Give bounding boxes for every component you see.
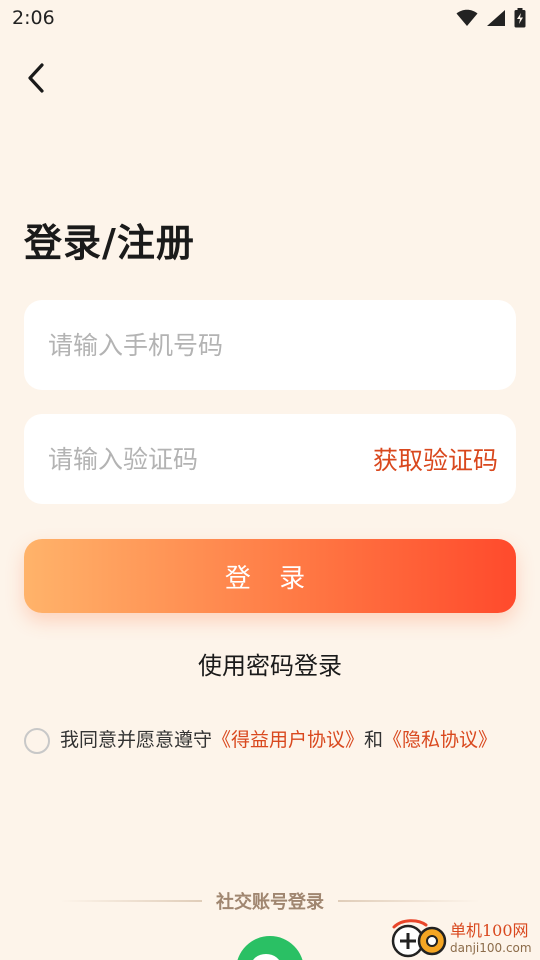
social-login-divider: 社交账号登录 xyxy=(60,888,480,914)
divider-line-left xyxy=(60,900,202,902)
password-login-link[interactable]: 使用密码登录 xyxy=(0,646,540,681)
agreement-row: 我同意并愿意遵守《得益用户协议》和《隐私协议》 xyxy=(24,726,504,754)
divider-line-right xyxy=(338,900,480,902)
status-icons xyxy=(456,8,526,28)
social-login-label: 社交账号登录 xyxy=(216,892,324,913)
agreement-and: 和 xyxy=(364,729,384,751)
watermark: 单机100网 danji100.com xyxy=(390,915,538,960)
watermark-cn: 单机100网 xyxy=(450,920,529,940)
wifi-icon xyxy=(456,9,478,26)
signal-icon xyxy=(487,10,505,26)
privacy-policy-link[interactable]: 《隐私协议》 xyxy=(383,729,497,751)
status-time: 2:06 xyxy=(12,7,55,29)
watermark-logo-icon xyxy=(391,918,447,957)
chevron-left-icon xyxy=(28,63,44,93)
get-code-button[interactable]: 获取验证码 xyxy=(373,441,498,477)
back-button[interactable] xyxy=(18,58,54,98)
user-agreement-link[interactable]: 《得益用户协议》 xyxy=(212,729,364,751)
page-title: 登录/注册 xyxy=(24,221,195,265)
agreement-text: 我同意并愿意遵守《得益用户协议》和《隐私协议》 xyxy=(60,726,497,754)
battery-icon xyxy=(514,8,526,28)
wechat-icon xyxy=(253,954,279,960)
login-button[interactable]: 登 录 xyxy=(24,539,516,613)
wechat-login-button[interactable] xyxy=(236,936,304,960)
code-input-card: 获取验证码 xyxy=(24,414,516,504)
watermark-en: danji100.com xyxy=(450,940,532,955)
agreement-prefix: 我同意并愿意遵守 xyxy=(60,729,213,751)
phone-input-card xyxy=(24,300,516,390)
phone-input[interactable] xyxy=(48,330,492,360)
agreement-checkbox[interactable] xyxy=(24,728,50,754)
code-input[interactable] xyxy=(48,444,373,474)
status-bar: 2:06 xyxy=(0,0,540,36)
